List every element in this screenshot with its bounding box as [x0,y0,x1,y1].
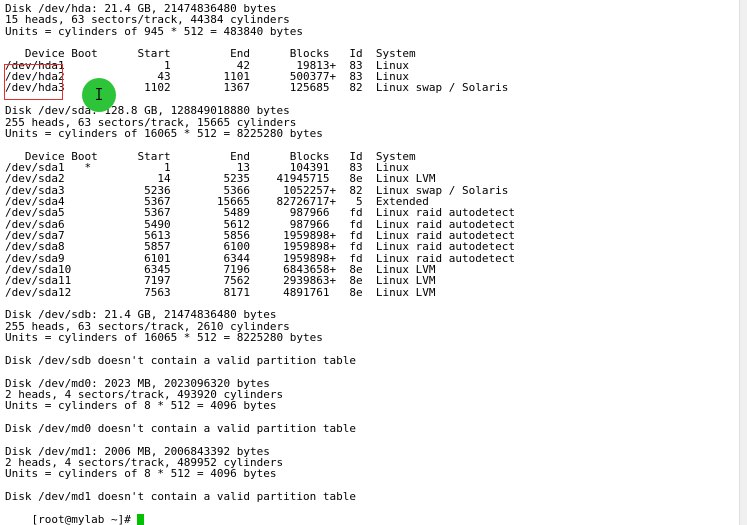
terminal-prompt: [root@mylab ~]# [31,513,138,525]
terminal-window[interactable]: Disk /dev/hda: 21.4 GB, 21474836480 byte… [0,0,740,525]
ibeam-cursor-icon [96,88,102,100]
terminal-prompt-line[interactable]: [root@mylab ~]# [5,502,145,525]
terminal-line: /dev/hda3 1102 1367 125685 82 Linux swap… [5,81,509,95]
text-cursor [137,514,145,525]
terminal-line: Disk /dev/md0 doesn't contain a valid pa… [5,421,356,435]
terminal-line: Units = cylinders of 8 * 512 = 4096 byte… [5,467,277,481]
terminal-line: /dev/sda12 7563 8171 4891761 8e Linux LV… [5,285,436,299]
hda-partitions-highlight [4,64,63,100]
terminal-line: Disk /dev/md1 doesn't contain a valid pa… [5,490,356,504]
terminal-line: Disk /dev/sdb doesn't contain a valid pa… [5,353,356,367]
vertical-scrollbar[interactable] [739,0,747,525]
terminal-line: Units = cylinders of 16065 * 512 = 82252… [5,331,323,345]
terminal-line: Units = cylinders of 16065 * 512 = 82252… [5,126,323,140]
terminal-line: Units = cylinders of 8 * 512 = 4096 byte… [5,399,277,413]
terminal-line: Units = cylinders of 945 * 512 = 483840 … [5,24,304,38]
